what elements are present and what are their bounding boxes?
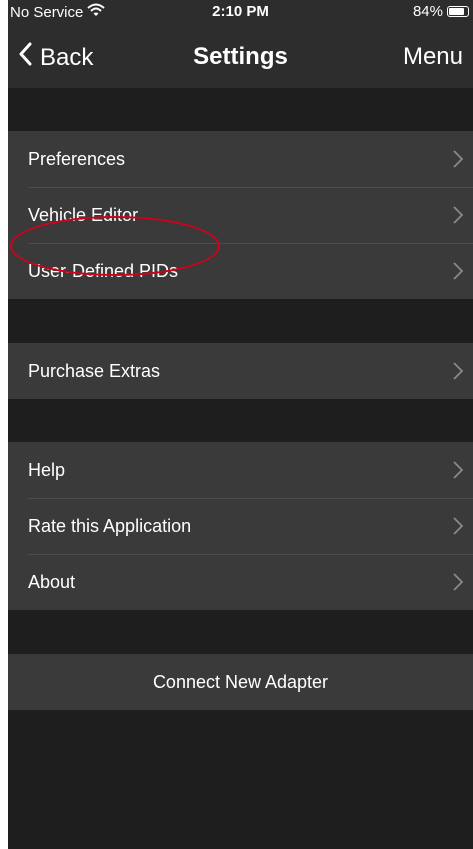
purchase-extras-row[interactable]: Purchase Extras xyxy=(8,343,473,399)
chevron-right-icon xyxy=(453,150,463,168)
settings-section-adapter: Connect New Adapter xyxy=(8,654,473,710)
chevron-right-icon xyxy=(453,461,463,479)
row-label: Help xyxy=(28,459,66,480)
row-label: User-Defined PIDs xyxy=(28,260,179,281)
status-right: 84% xyxy=(413,3,469,20)
status-bar: No Service 2:10 PM 84% xyxy=(8,0,473,30)
about-row[interactable]: About xyxy=(8,554,473,610)
chevron-right-icon xyxy=(453,362,463,380)
settings-section-main: Preferences Vehicle Editor User-Defined … xyxy=(8,131,473,299)
settings-section-purchase: Purchase Extras xyxy=(8,343,473,399)
chevron-left-icon xyxy=(18,42,32,73)
back-label: Back xyxy=(40,43,94,71)
rate-app-row[interactable]: Rate this Application xyxy=(8,498,473,554)
user-defined-pids-row[interactable]: User-Defined PIDs xyxy=(8,243,473,299)
battery-fill xyxy=(449,8,465,15)
row-label: Vehicle Editor xyxy=(28,204,139,225)
chevron-right-icon xyxy=(453,517,463,535)
row-label: Purchase Extras xyxy=(28,360,161,381)
phone-screen: No Service 2:10 PM 84% Back Settings Men… xyxy=(8,0,473,849)
row-label: About xyxy=(28,571,76,592)
battery-percent: 84% xyxy=(412,3,443,20)
preferences-row[interactable]: Preferences xyxy=(8,131,473,187)
status-time: 2:10 PM xyxy=(212,3,269,20)
chevron-right-icon xyxy=(453,573,463,591)
menu-button[interactable]: Menu xyxy=(403,43,463,71)
settings-section-info: Help Rate this Application About xyxy=(8,442,473,610)
vehicle-editor-row[interactable]: Vehicle Editor xyxy=(8,187,473,243)
button-label: Connect New Adapter xyxy=(152,671,329,692)
help-row[interactable]: Help xyxy=(8,442,473,498)
connect-new-adapter-button[interactable]: Connect New Adapter xyxy=(8,654,473,710)
navigation-bar: Back Settings Menu xyxy=(8,30,473,88)
back-button[interactable]: Back xyxy=(18,42,93,73)
chevron-right-icon xyxy=(453,206,463,224)
battery-icon xyxy=(447,6,469,17)
chevron-right-icon xyxy=(453,262,463,280)
row-label: Rate this Application xyxy=(28,515,192,536)
row-label: Preferences xyxy=(28,148,126,169)
